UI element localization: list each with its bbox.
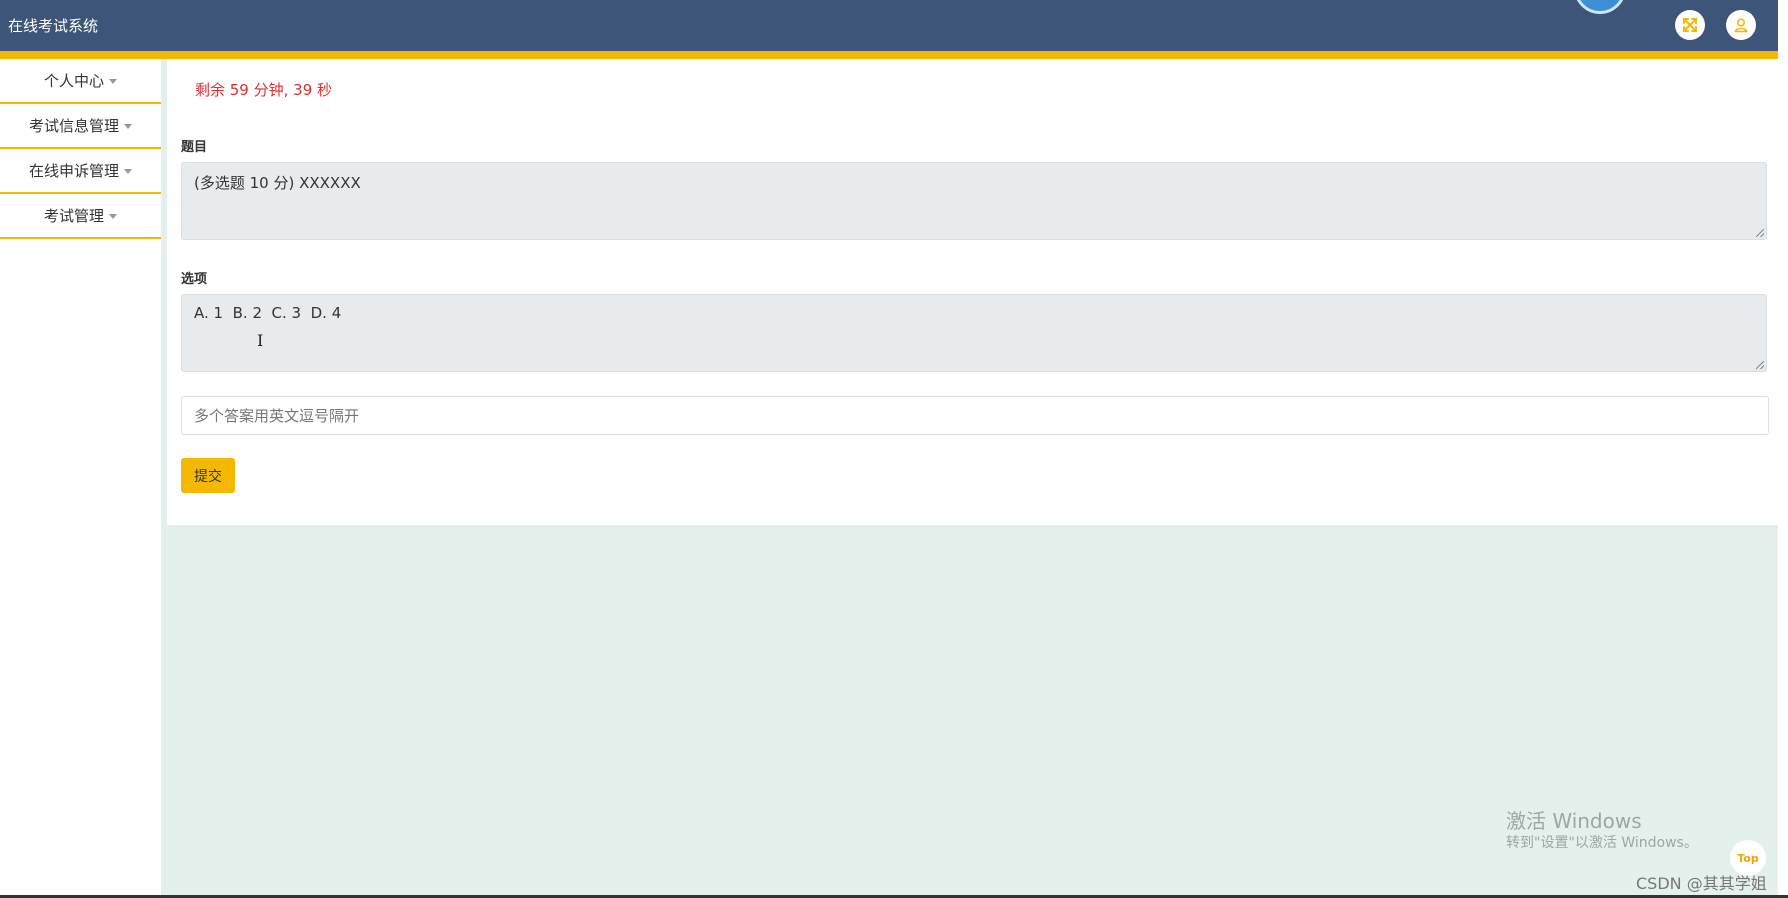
windows-activation-title: 激活 Windows [1506, 809, 1642, 833]
countdown-timer: 剩余 59 分钟, 39 秒 [195, 81, 333, 99]
sidebar-item-label: 在线申诉管理 [28, 162, 119, 180]
app-title: 在线考试系统 [8, 17, 99, 35]
question-text: (多选题 10 分) XXXXXX [194, 174, 361, 192]
question-textarea[interactable]: (多选题 10 分) XXXXXX [181, 162, 1767, 240]
text-cursor-icon: I [257, 331, 264, 350]
chevron-down-icon [109, 214, 117, 219]
options-text: A. 1 B. 2 C. 3 D. 4 [194, 304, 342, 322]
avatar[interactable] [1574, 0, 1626, 14]
answer-input[interactable] [181, 396, 1769, 435]
header-accent-stripe [0, 51, 1778, 59]
user-menu-button[interactable] [1726, 10, 1756, 40]
sidebar-item-label: 个人中心 [43, 72, 104, 90]
sidebar-item-appeals[interactable]: 在线申诉管理 [0, 149, 161, 194]
sidebar-item-exam-info[interactable]: 考试信息管理 [0, 104, 161, 149]
user-icon [1734, 18, 1748, 33]
chevron-down-icon [109, 79, 117, 84]
windows-activation-subtitle: 转到"设置"以激活 Windows。 [1506, 835, 1698, 851]
sidebar-item-exam-management[interactable]: 考试管理 [0, 194, 161, 239]
sidebar-item-label: 考试管理 [43, 207, 104, 225]
submit-button[interactable]: 提交 [181, 458, 235, 493]
chevron-down-icon [124, 124, 132, 129]
csdn-watermark: CSDN @其其学姐 [1636, 874, 1767, 893]
resize-handle-icon[interactable] [1756, 229, 1764, 237]
sidebar-item-personal-center[interactable]: 个人中心 [0, 59, 161, 104]
question-label: 题目 [181, 140, 208, 155]
sidebar-item-label: 考试信息管理 [28, 117, 119, 135]
exam-panel: 剩余 59 分钟, 39 秒 题目 (多选题 10 分) XXXXXX 选项 A… [167, 59, 1778, 525]
chevron-down-icon [124, 169, 132, 174]
fullscreen-icon [1683, 18, 1697, 32]
options-label: 选项 [181, 272, 208, 287]
sidebar: 个人中心 考试信息管理 在线申诉管理 考试管理 [0, 59, 161, 895]
fullscreen-button[interactable] [1675, 10, 1705, 40]
top-navbar: 在线考试系统 [0, 0, 1778, 51]
options-textarea[interactable]: A. 1 B. 2 C. 3 D. 4 I [181, 294, 1767, 372]
resize-handle-icon[interactable] [1756, 361, 1764, 369]
page-edge [1778, 0, 1788, 898]
